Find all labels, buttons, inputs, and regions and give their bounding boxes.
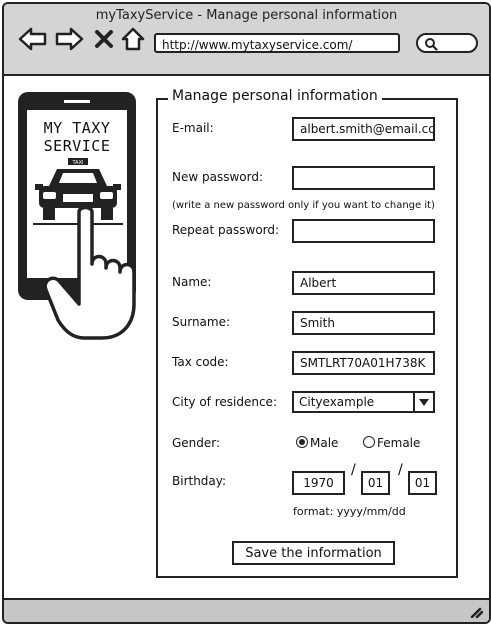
new-password-label: New password: bbox=[172, 170, 264, 184]
logo-text-line1: MY TAXY bbox=[43, 119, 111, 137]
resize-grip-icon[interactable] bbox=[469, 604, 483, 618]
gender-male-label: Male bbox=[310, 436, 339, 450]
taxcode-label: Tax code: bbox=[172, 355, 229, 369]
fieldset-legend: Manage personal information bbox=[168, 88, 382, 104]
status-bar bbox=[4, 598, 489, 622]
search-icon bbox=[425, 38, 438, 51]
surname-label: Surname: bbox=[172, 315, 231, 329]
taxcode-field[interactable]: SMTLRT70A01H738K bbox=[292, 351, 435, 375]
browser-titlebar: myTaxyService - Manage personal informat… bbox=[4, 4, 489, 76]
name-label: Name: bbox=[172, 275, 212, 289]
home-icon[interactable] bbox=[120, 26, 146, 52]
radio-selected-icon bbox=[296, 436, 308, 448]
phone-speaker bbox=[64, 100, 90, 103]
gender-label: Gender: bbox=[172, 436, 221, 450]
email-field[interactable]: albert.smith@email.co bbox=[292, 117, 435, 141]
stop-icon[interactable] bbox=[94, 26, 114, 52]
password-hint: (write a new password only if you want t… bbox=[172, 200, 435, 211]
date-separator: / bbox=[398, 462, 403, 478]
birth-month-field[interactable]: 01 bbox=[361, 471, 390, 495]
save-button[interactable]: Save the information bbox=[232, 541, 395, 565]
repeat-password-label: Repeat password: bbox=[172, 223, 280, 237]
birth-day-field[interactable]: 01 bbox=[408, 471, 437, 495]
logo-text-line2: SERVICE bbox=[43, 137, 111, 155]
surname-field[interactable]: Smith bbox=[292, 311, 435, 335]
address-bar[interactable]: http://www.mytaxyservice.com/ bbox=[154, 33, 400, 53]
date-separator: / bbox=[351, 462, 356, 478]
browser-search-box[interactable] bbox=[416, 33, 478, 53]
gender-female-radio[interactable]: Female bbox=[363, 436, 420, 450]
taxi-sign-text: TAXI bbox=[72, 160, 84, 166]
city-select[interactable]: Cityexample bbox=[292, 391, 435, 413]
email-label: E-mail: bbox=[172, 121, 214, 135]
name-field[interactable]: Albert bbox=[292, 271, 435, 295]
window-title: myTaxyService - Manage personal informat… bbox=[95, 8, 398, 23]
city-label: City of residence: bbox=[172, 395, 277, 409]
birthday-label: Birthday: bbox=[172, 474, 227, 488]
city-selected-value: Cityexample bbox=[299, 395, 375, 409]
dropdown-arrow-icon[interactable] bbox=[413, 393, 433, 411]
gender-female-label: Female bbox=[377, 436, 421, 450]
date-format-hint: format: yyyy/mm/dd bbox=[293, 505, 406, 518]
new-password-field[interactable] bbox=[292, 166, 435, 190]
radio-unselected-icon bbox=[363, 436, 375, 448]
pointing-hand-icon bbox=[44, 205, 136, 340]
forward-icon[interactable] bbox=[54, 26, 84, 52]
back-icon[interactable] bbox=[18, 26, 48, 52]
birth-year-field[interactable]: 1970 bbox=[292, 471, 345, 495]
gender-male-radio[interactable]: Male bbox=[296, 436, 338, 450]
repeat-password-field[interactable] bbox=[292, 219, 435, 243]
